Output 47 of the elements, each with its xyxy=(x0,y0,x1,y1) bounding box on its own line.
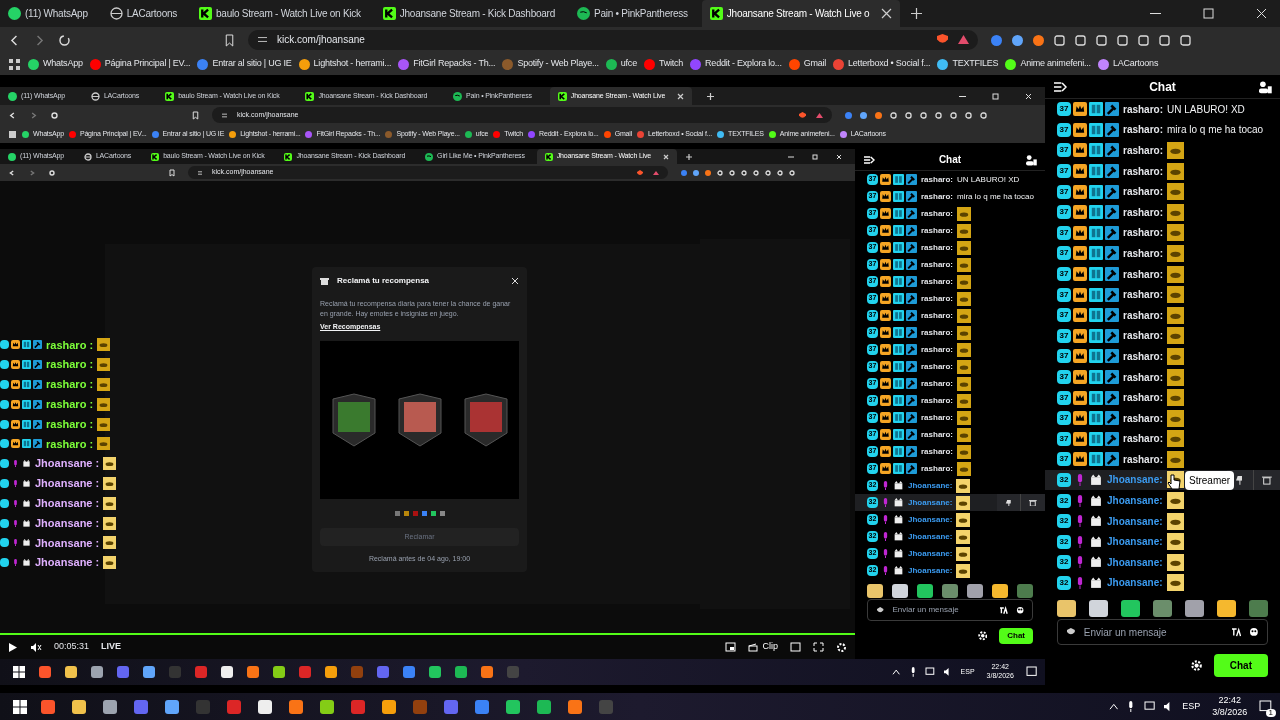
level-badge: 37 xyxy=(1057,102,1071,117)
level-badge: 37 xyxy=(1057,184,1071,199)
level-badge: 37 xyxy=(1057,122,1071,137)
elapsed-time: 00:05:31 xyxy=(54,640,90,654)
overlay-username: Jhoansane : xyxy=(35,535,100,551)
level-badge: 37 xyxy=(1057,205,1071,220)
overlay-username: rasharo : xyxy=(46,416,94,432)
live-indicator: LIVE xyxy=(101,640,122,654)
level-badge: 37 xyxy=(1057,287,1071,302)
notification-count: 1 xyxy=(1265,708,1276,717)
overlay-username: rasharo : xyxy=(46,436,94,452)
level-badge: 37 xyxy=(1057,390,1071,405)
overlay-username: Jhoansane : xyxy=(35,456,100,472)
level-badge: 37 xyxy=(1057,246,1071,261)
chat-message-text: UN LABURO! XD xyxy=(957,173,1020,186)
level-badge: 37 xyxy=(1057,308,1071,323)
level-badge: 37 xyxy=(1057,349,1071,364)
overlay-username: rasharo : xyxy=(46,377,94,393)
overlay-username: Jhoansane : xyxy=(35,476,100,492)
chat-message-text: mira lo q me ha tocao xyxy=(957,190,1034,203)
level-badge: 32 xyxy=(1057,534,1071,549)
level-badge: 32 xyxy=(1057,473,1071,487)
overlay-username: Jhoansane : xyxy=(35,515,100,531)
overlay-username: rasharo : xyxy=(46,397,94,413)
overlay-username: Jhoansane : xyxy=(35,496,100,511)
tooltip: Streamer xyxy=(1185,470,1235,490)
chat-title: Chat xyxy=(938,153,962,167)
popup-title: Reclamá tu recompensa xyxy=(337,275,430,287)
level-badge: 32 xyxy=(1057,575,1071,590)
overlay-username: Jhoansane : xyxy=(35,555,100,571)
level-badge: 37 xyxy=(1057,370,1071,384)
chat-message-text: mira lo q me ha tocao xyxy=(1167,123,1264,138)
chat-title: Chat xyxy=(1149,78,1176,96)
overlay-username: rasharo : xyxy=(46,357,94,373)
chat-message-text: UN LABURO! XD xyxy=(1167,102,1245,117)
level-badge: 37 xyxy=(1057,143,1071,158)
level-badge: 37 xyxy=(1057,452,1071,467)
level-badge: 37 xyxy=(1057,164,1071,179)
level-badge: 32 xyxy=(1057,493,1071,508)
level-badge: 37 xyxy=(1057,411,1071,426)
level-badge: 37 xyxy=(1057,225,1071,240)
level-badge: 37 xyxy=(1057,431,1071,446)
level-badge: 32 xyxy=(1057,555,1071,570)
level-badge: 32 xyxy=(1057,514,1071,529)
overlay-username: rasharo : xyxy=(46,337,94,353)
level-badge: 37 xyxy=(1057,267,1071,282)
level-badge: 37 xyxy=(1057,328,1071,343)
